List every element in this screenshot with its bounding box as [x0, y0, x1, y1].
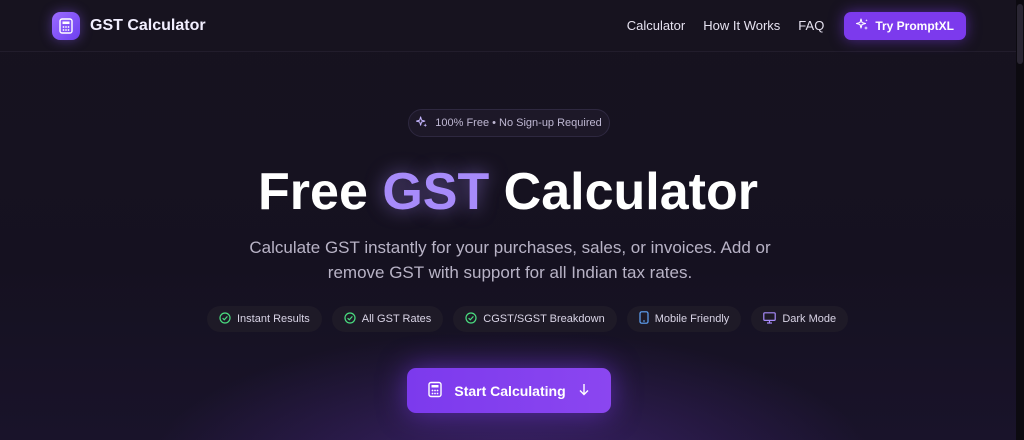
start-calculating-label: Start Calculating	[454, 382, 566, 399]
feature-chip-all-gst-rates: All GST Rates	[331, 306, 444, 332]
page-title: Free GST Calculator	[0, 162, 1016, 222]
nav-link-calculator[interactable]: Calculator	[627, 18, 686, 33]
feature-chips: Instant Results All GST Rates CGST/SGST …	[207, 306, 849, 332]
check-circle-icon	[465, 311, 477, 327]
feature-chip-dark-mode: Dark Mode	[751, 306, 849, 332]
calculator-icon	[428, 381, 443, 401]
nav-links: Calculator How It Works FAQ Try PromptXL	[627, 11, 966, 40]
navbar: GST Calculator Calculator How It Works F…	[0, 0, 1016, 52]
title-suffix: Calculator	[489, 163, 758, 221]
feature-chip-cgst-sgst: CGST/SGST Breakdown	[453, 306, 617, 332]
brand[interactable]: GST Calculator	[52, 11, 206, 40]
arrow-down-icon	[578, 383, 590, 399]
scrollbar-thumb[interactable]	[1017, 4, 1023, 64]
title-accent: GST	[382, 163, 490, 221]
try-promptxl-label: Try PromptXL	[875, 18, 954, 33]
hero-section: 100% Free • No Sign-up Required Free GST…	[0, 52, 1016, 440]
sparkles-icon	[416, 115, 428, 131]
free-badge: 100% Free • No Sign-up Required	[408, 109, 610, 137]
smartphone-icon	[639, 311, 649, 327]
nav-link-faq[interactable]: FAQ	[798, 18, 824, 33]
monitor-icon	[763, 311, 777, 327]
calculator-icon	[52, 11, 80, 40]
title-prefix: Free	[258, 163, 383, 221]
free-badge-text: 100% Free • No Sign-up Required	[435, 117, 602, 129]
feature-label: Mobile Friendly	[654, 313, 730, 325]
nav-link-how-it-works[interactable]: How It Works	[703, 18, 780, 33]
check-circle-icon	[219, 311, 231, 327]
hero-subtitle: Calculate GST instantly for your purchas…	[249, 238, 771, 282]
start-calculating-button[interactable]: Start Calculating	[407, 368, 611, 413]
feature-label: All GST Rates	[361, 313, 432, 325]
sparkles-icon	[856, 17, 869, 34]
scrollbar[interactable]	[1016, 0, 1024, 440]
feature-label: Dark Mode	[782, 313, 837, 325]
feature-label: CGST/SGST Breakdown	[483, 313, 605, 325]
feature-label: Instant Results	[237, 313, 310, 325]
feature-chip-instant-results: Instant Results	[207, 306, 322, 332]
brand-name: GST Calculator	[90, 16, 206, 34]
check-circle-icon	[344, 311, 356, 327]
try-promptxl-button[interactable]: Try PromptXL	[844, 11, 966, 40]
feature-chip-mobile-friendly: Mobile Friendly	[626, 306, 742, 332]
